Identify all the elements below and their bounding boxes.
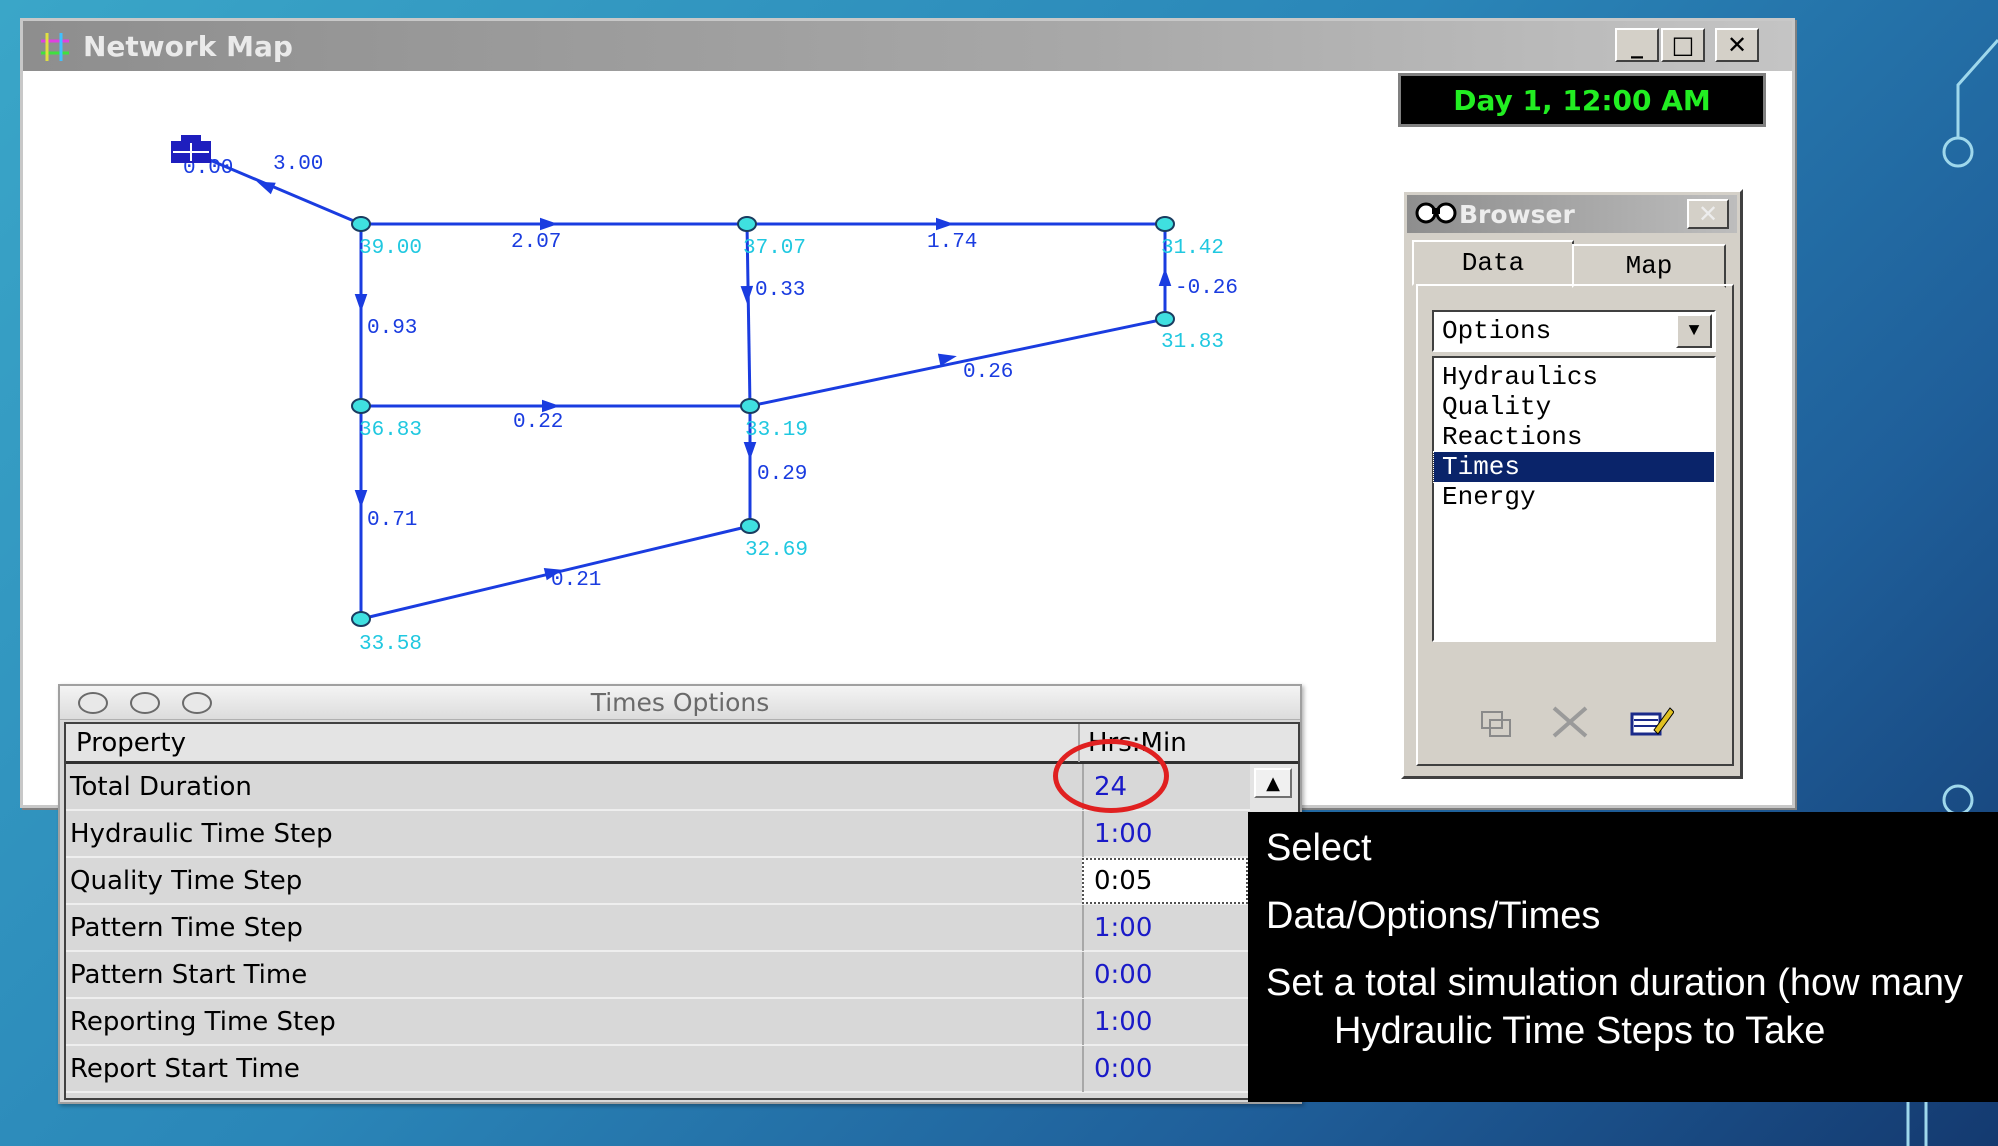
link-flow-label: 2.07 — [511, 231, 561, 254]
network-canvas[interactable]: 3.00 2.07 1.74 0.93 0.33 -0.26 0.26 0.22 0.29 0.7… — [23, 21, 1393, 681]
column-header-property: Property — [76, 728, 187, 758]
instruction-line: Data/Options/Times — [1266, 894, 1601, 937]
junction-node[interactable] — [351, 398, 371, 414]
link-flow-label: 3.00 — [273, 153, 323, 176]
category-select-value: Options — [1442, 316, 1552, 346]
list-item-reactions[interactable]: Reactions — [1434, 422, 1714, 452]
chevron-down-icon[interactable]: ▼ — [1676, 314, 1712, 348]
table-row[interactable]: Pattern Time Step 1:00 — [66, 905, 1250, 952]
flow-arrow-icon — [540, 217, 558, 231]
reservoir-icon[interactable] — [171, 135, 211, 163]
property-value-editor[interactable]: 0:05 — [1082, 858, 1248, 904]
property-name: Pattern Time Step — [70, 913, 303, 943]
flow-arrow-icon — [354, 490, 368, 508]
table-row[interactable]: Reporting Time Step 1:00 — [66, 999, 1250, 1046]
flow-arrow-icon — [936, 217, 954, 231]
junction-node[interactable] — [351, 611, 371, 627]
add-icon[interactable] — [1474, 704, 1518, 740]
scroll-up-arrow-icon[interactable]: ▲ — [1254, 768, 1292, 798]
property-value[interactable]: 0:00 — [1082, 952, 1248, 998]
link-flow-label: 0.21 — [551, 569, 601, 592]
property-name: Reporting Time Step — [70, 1007, 336, 1037]
property-name: Quality Time Step — [70, 866, 303, 896]
category-select[interactable]: Options ▼ — [1432, 310, 1716, 352]
instruction-line: Select — [1266, 827, 1372, 869]
close-button[interactable]: ✕ — [1715, 28, 1759, 62]
flow-arrow-icon — [740, 285, 754, 304]
node-pressure-label: 31.83 — [1161, 331, 1224, 354]
property-name: Pattern Start Time — [70, 960, 308, 990]
node-pressure-label: 32.69 — [745, 539, 808, 562]
flow-arrow-icon — [256, 181, 276, 195]
property-name: Report Start Time — [70, 1054, 300, 1084]
tab-map[interactable]: Map — [1572, 244, 1726, 288]
window-zoom-dot[interactable] — [182, 692, 212, 714]
link-flow-label: 0.22 — [513, 411, 563, 434]
link-flow-label: 0.71 — [367, 509, 417, 532]
binoculars-icon — [1415, 202, 1457, 224]
table-row[interactable]: Hydraulic Time Step 1:00 — [66, 811, 1250, 858]
property-name: Total Duration — [70, 772, 252, 802]
junction-node[interactable] — [740, 398, 760, 414]
link-flow-label: 1.74 — [927, 231, 977, 254]
window-close-dot[interactable] — [78, 692, 108, 714]
junction-node[interactable] — [351, 216, 371, 232]
node-pressure-label: 31.42 — [1161, 237, 1224, 260]
node-pressure-label: 33.58 — [359, 633, 422, 656]
flow-arrow-icon — [1158, 268, 1172, 286]
instruction-line: Hydraulic Time Steps to Take — [1334, 1009, 1826, 1052]
highlight-circle — [1053, 739, 1169, 813]
list-item-quality[interactable]: Quality — [1434, 392, 1714, 422]
junction-node[interactable] — [1155, 311, 1175, 327]
link-flow-label: -0.26 — [1175, 277, 1238, 300]
times-options-titlebar[interactable]: Times Options — [60, 686, 1300, 720]
flow-arrow-icon — [354, 294, 368, 312]
link-flow-label: 0.26 — [963, 361, 1013, 384]
table-row[interactable]: Report Start Time 0:00 — [66, 1046, 1250, 1093]
node-pressure-label: 37.07 — [743, 237, 806, 260]
browser-titlebar[interactable]: Browser ✕ — [1407, 195, 1737, 233]
property-value[interactable]: 1:00 — [1082, 811, 1248, 857]
maximize-button[interactable]: □ — [1661, 28, 1705, 62]
node-pressure-label: 39.00 — [359, 237, 422, 260]
options-list[interactable]: Hydraulics Quality Reactions Times Energ… — [1432, 356, 1716, 642]
link-flow-label: 0.33 — [755, 279, 805, 302]
list-item-hydraulics[interactable]: Hydraulics — [1434, 362, 1714, 392]
list-item-times[interactable]: Times — [1433, 451, 1715, 483]
property-value[interactable]: 1:00 — [1082, 999, 1248, 1045]
junction-node[interactable] — [737, 216, 757, 232]
pipe-link[interactable] — [749, 317, 1166, 408]
browser-title: Browser — [1459, 199, 1575, 229]
table-row[interactable]: Pattern Start Time 0:00 — [66, 952, 1250, 999]
link-flow-label: 0.93 — [367, 317, 417, 340]
property-value[interactable]: 0:00 — [1082, 1046, 1248, 1092]
property-name: Hydraulic Time Step — [70, 819, 333, 849]
browser-panel[interactable]: Browser ✕ Data Map Options ▼ Hydraulics … — [1401, 189, 1743, 779]
tab-data[interactable]: Data — [1412, 240, 1574, 286]
junction-node[interactable] — [740, 518, 760, 534]
minimize-button[interactable]: _ — [1615, 28, 1659, 62]
table-row[interactable]: Quality Time Step 0:05 — [66, 858, 1250, 905]
flow-arrow-icon — [743, 442, 757, 460]
list-item-energy[interactable]: Energy — [1434, 482, 1714, 512]
browser-close-button[interactable]: ✕ — [1687, 199, 1729, 229]
instruction-line: Set a total simulation duration (how man… — [1266, 962, 1964, 1005]
simulation-clock: Day 1, 12:00 AM — [1398, 73, 1766, 127]
delete-icon[interactable] — [1548, 704, 1592, 740]
node-pressure-label: 36.83 — [359, 419, 422, 442]
edit-icon[interactable] — [1630, 704, 1674, 740]
property-value[interactable]: 1:00 — [1082, 905, 1248, 951]
junction-node[interactable] — [1155, 216, 1175, 232]
instruction-callout: Select Data/Options/Times Set a total si… — [1248, 812, 1998, 1102]
times-options-title: Times Options — [590, 688, 770, 717]
node-pressure-label: 33.19 — [745, 419, 808, 442]
window-minimize-dot[interactable] — [130, 692, 160, 714]
link-flow-label: 0.29 — [757, 463, 807, 486]
